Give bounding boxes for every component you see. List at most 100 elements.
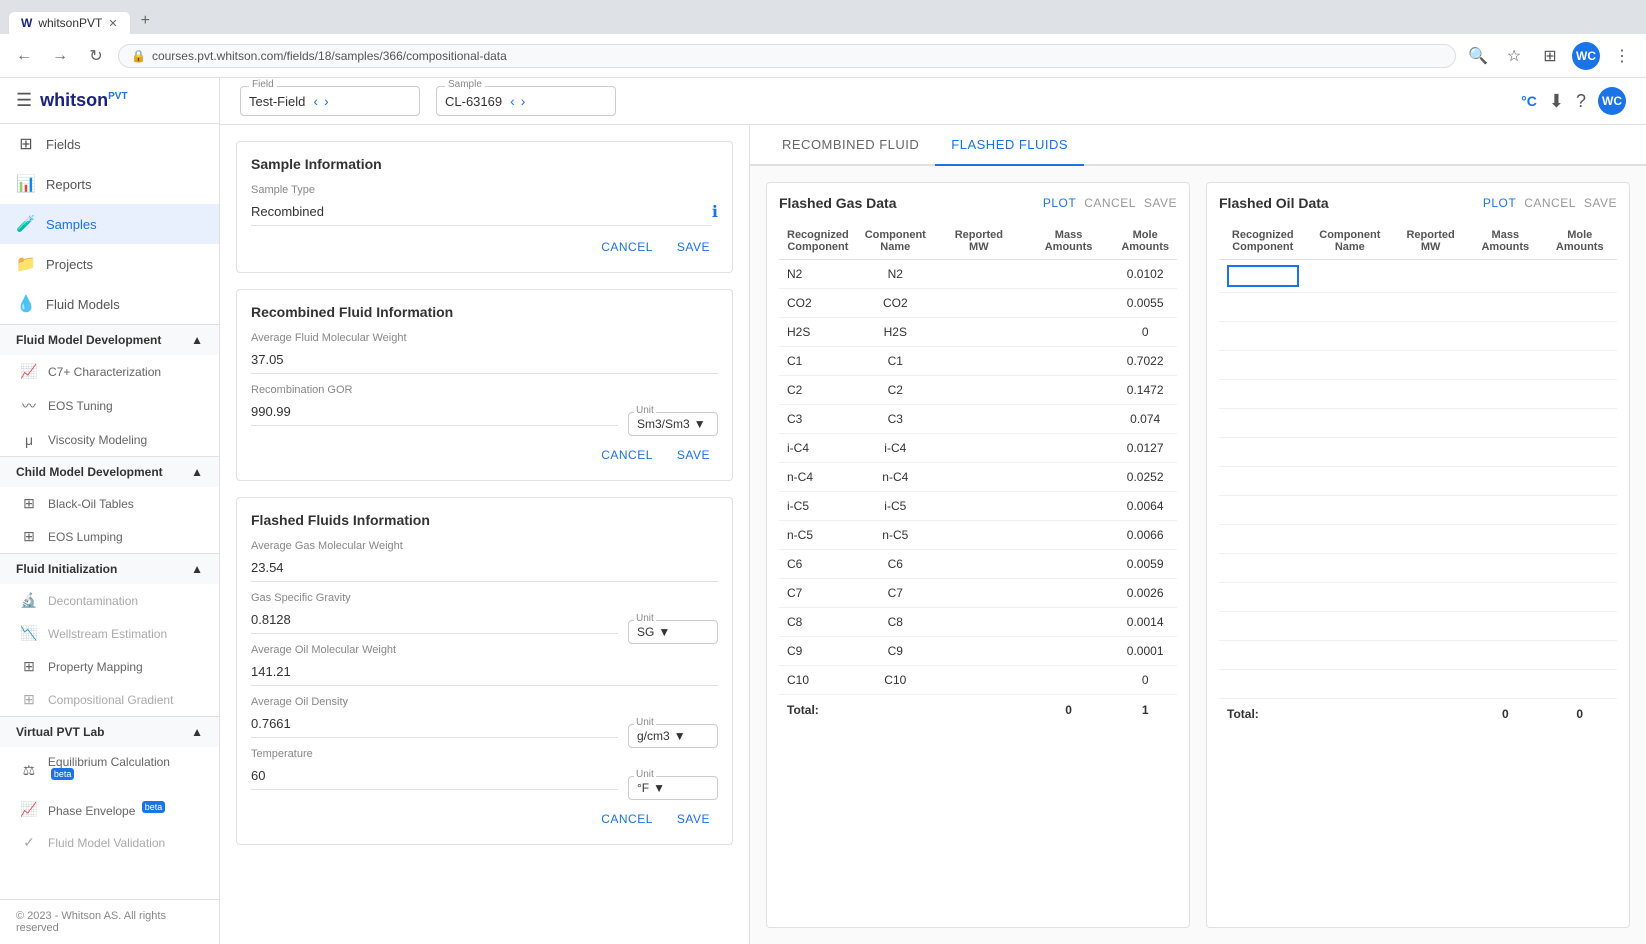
oil-component-14[interactable] [1307, 670, 1394, 699]
oil-recognized-11[interactable] [1219, 583, 1307, 612]
sidebar-item-reports[interactable]: 📊 Reports [0, 164, 219, 204]
field-selector[interactable]: Field Test-Field ‹ › [240, 86, 420, 116]
oil-mole-7[interactable] [1543, 467, 1617, 496]
gas-mass-4[interactable] [1024, 376, 1114, 405]
gas-reported-mw-8[interactable] [934, 492, 1024, 521]
section-child-model-dev[interactable]: Child Model Development ▲ [0, 456, 219, 487]
oil-reported-mw-7[interactable] [1393, 467, 1468, 496]
oil-recognized-12[interactable] [1219, 612, 1307, 641]
oil-component-2[interactable] [1307, 322, 1394, 351]
oil-recognized-5[interactable] [1219, 409, 1307, 438]
oil-component-3[interactable] [1307, 351, 1394, 380]
gas-reported-mw-9[interactable] [934, 521, 1024, 550]
oil-mass-14[interactable] [1468, 670, 1542, 699]
oil-mole-5[interactable] [1543, 409, 1617, 438]
new-tab-button[interactable]: + [133, 8, 158, 34]
gas-mass-12[interactable] [1024, 608, 1114, 637]
flashed-gas-cancel-button[interactable]: CANCEL [1084, 196, 1136, 210]
flashed-oil-plot-button[interactable]: PLOT [1483, 196, 1516, 210]
sidebar-item-property-mapping[interactable]: ⊞ Property Mapping [0, 650, 219, 683]
sidebar-item-fluid-models[interactable]: 💧 Fluid Models [0, 284, 219, 324]
gas-mass-8[interactable] [1024, 492, 1114, 521]
oil-mass-3[interactable] [1468, 351, 1542, 380]
oil-component-5[interactable] [1307, 409, 1394, 438]
sidebar-item-eos-lumping[interactable]: ⊞ EOS Lumping [0, 520, 219, 553]
gas-reported-mw-13[interactable] [934, 637, 1024, 666]
gas-mass-10[interactable] [1024, 550, 1114, 579]
gas-reported-mw-2[interactable] [934, 318, 1024, 347]
oil-reported-mw-13[interactable] [1393, 641, 1468, 670]
gas-mass-0[interactable] [1024, 260, 1114, 289]
oil-recognized-14[interactable] [1219, 670, 1307, 699]
oil-component-0[interactable] [1307, 260, 1394, 293]
oil-reported-mw-4[interactable] [1393, 380, 1468, 409]
oil-recognized-13[interactable] [1219, 641, 1307, 670]
oil-recognized-8[interactable] [1219, 496, 1307, 525]
tab-close-icon[interactable]: ✕ [108, 17, 117, 30]
oil-reported-mw-8[interactable] [1393, 496, 1468, 525]
oil-recognized-6[interactable] [1219, 438, 1307, 467]
oil-mole-14[interactable] [1543, 670, 1617, 699]
oil-component-4[interactable] [1307, 380, 1394, 409]
flashed-gas-save-button[interactable]: SAVE [1144, 196, 1177, 210]
oil-component-12[interactable] [1307, 612, 1394, 641]
oil-mole-3[interactable] [1543, 351, 1617, 380]
gas-reported-mw-11[interactable] [934, 579, 1024, 608]
gas-mass-9[interactable] [1024, 521, 1114, 550]
gas-reported-mw-7[interactable] [934, 463, 1024, 492]
profile-avatar[interactable]: WC [1572, 42, 1600, 70]
oil-mass-4[interactable] [1468, 380, 1542, 409]
oil-mole-13[interactable] [1543, 641, 1617, 670]
oil-mole-9[interactable] [1543, 525, 1617, 554]
flashed-oil-save-button[interactable]: SAVE [1584, 196, 1617, 210]
oil-mole-6[interactable] [1543, 438, 1617, 467]
oil-component-9[interactable] [1307, 525, 1394, 554]
sample-info-save-button[interactable]: SAVE [669, 236, 718, 258]
oil-mole-4[interactable] [1543, 380, 1617, 409]
oil-recognized-9[interactable] [1219, 525, 1307, 554]
gas-reported-mw-1[interactable] [934, 289, 1024, 318]
oil-reported-mw-10[interactable] [1393, 554, 1468, 583]
sidebar-item-phase-envelope[interactable]: 📈 Phase Envelope beta [0, 793, 219, 826]
oil-reported-mw-11[interactable] [1393, 583, 1468, 612]
section-virtual-pvt[interactable]: Virtual PVT Lab ▲ [0, 716, 219, 747]
gas-reported-mw-4[interactable] [934, 376, 1024, 405]
flashed-gas-plot-button[interactable]: PLOT [1043, 196, 1076, 210]
oil-component-13[interactable] [1307, 641, 1394, 670]
section-fluid-model-dev[interactable]: Fluid Model Development ▲ [0, 324, 219, 355]
gas-mass-3[interactable] [1024, 347, 1114, 376]
sample-prev-button[interactable]: ‹ [508, 91, 517, 111]
oil-mass-8[interactable] [1468, 496, 1542, 525]
gas-reported-mw-6[interactable] [934, 434, 1024, 463]
oil-mole-1[interactable] [1543, 293, 1617, 322]
oil-mass-9[interactable] [1468, 525, 1542, 554]
oil-mass-11[interactable] [1468, 583, 1542, 612]
gas-mass-11[interactable] [1024, 579, 1114, 608]
oil-mass-12[interactable] [1468, 612, 1542, 641]
hamburger-icon[interactable]: ☰ [16, 90, 32, 111]
oil-mole-2[interactable] [1543, 322, 1617, 351]
temp-unit-toggle[interactable]: °C [1521, 93, 1537, 109]
tab-flashed-fluids[interactable]: FLASHED FLUIDS [935, 125, 1084, 166]
oil-mole-10[interactable] [1543, 554, 1617, 583]
oil-reported-mw-12[interactable] [1393, 612, 1468, 641]
reload-button[interactable]: ↻ [82, 42, 110, 70]
gas-mass-5[interactable] [1024, 405, 1114, 434]
active-tab[interactable]: W whitsonPVT ✕ [8, 11, 131, 34]
oil-reported-mw-9[interactable] [1393, 525, 1468, 554]
gas-mass-6[interactable] [1024, 434, 1114, 463]
sidebar-item-viscosity[interactable]: μ Viscosity Modeling [0, 424, 219, 456]
gas-reported-mw-10[interactable] [934, 550, 1024, 579]
extensions-icon[interactable]: ⊞ [1536, 42, 1564, 70]
sidebar-item-c7plus[interactable]: 📈 C7+ Characterization [0, 355, 219, 388]
oil-reported-mw-6[interactable] [1393, 438, 1468, 467]
oil-recognized-3[interactable] [1219, 351, 1307, 380]
address-bar[interactable]: 🔒 courses.pvt.whitson.com/fields/18/samp… [118, 44, 1456, 68]
oil-component-7[interactable] [1307, 467, 1394, 496]
flashed-fluids-save-button[interactable]: SAVE [669, 808, 718, 830]
back-button[interactable]: ← [10, 42, 38, 70]
sidebar-item-equilibrium[interactable]: ⚖ Equilibrium Calculation beta [0, 747, 219, 793]
gas-reported-mw-3[interactable] [934, 347, 1024, 376]
sample-selector[interactable]: Sample CL-63169 ‹ › [436, 86, 616, 116]
oil-mass-10[interactable] [1468, 554, 1542, 583]
